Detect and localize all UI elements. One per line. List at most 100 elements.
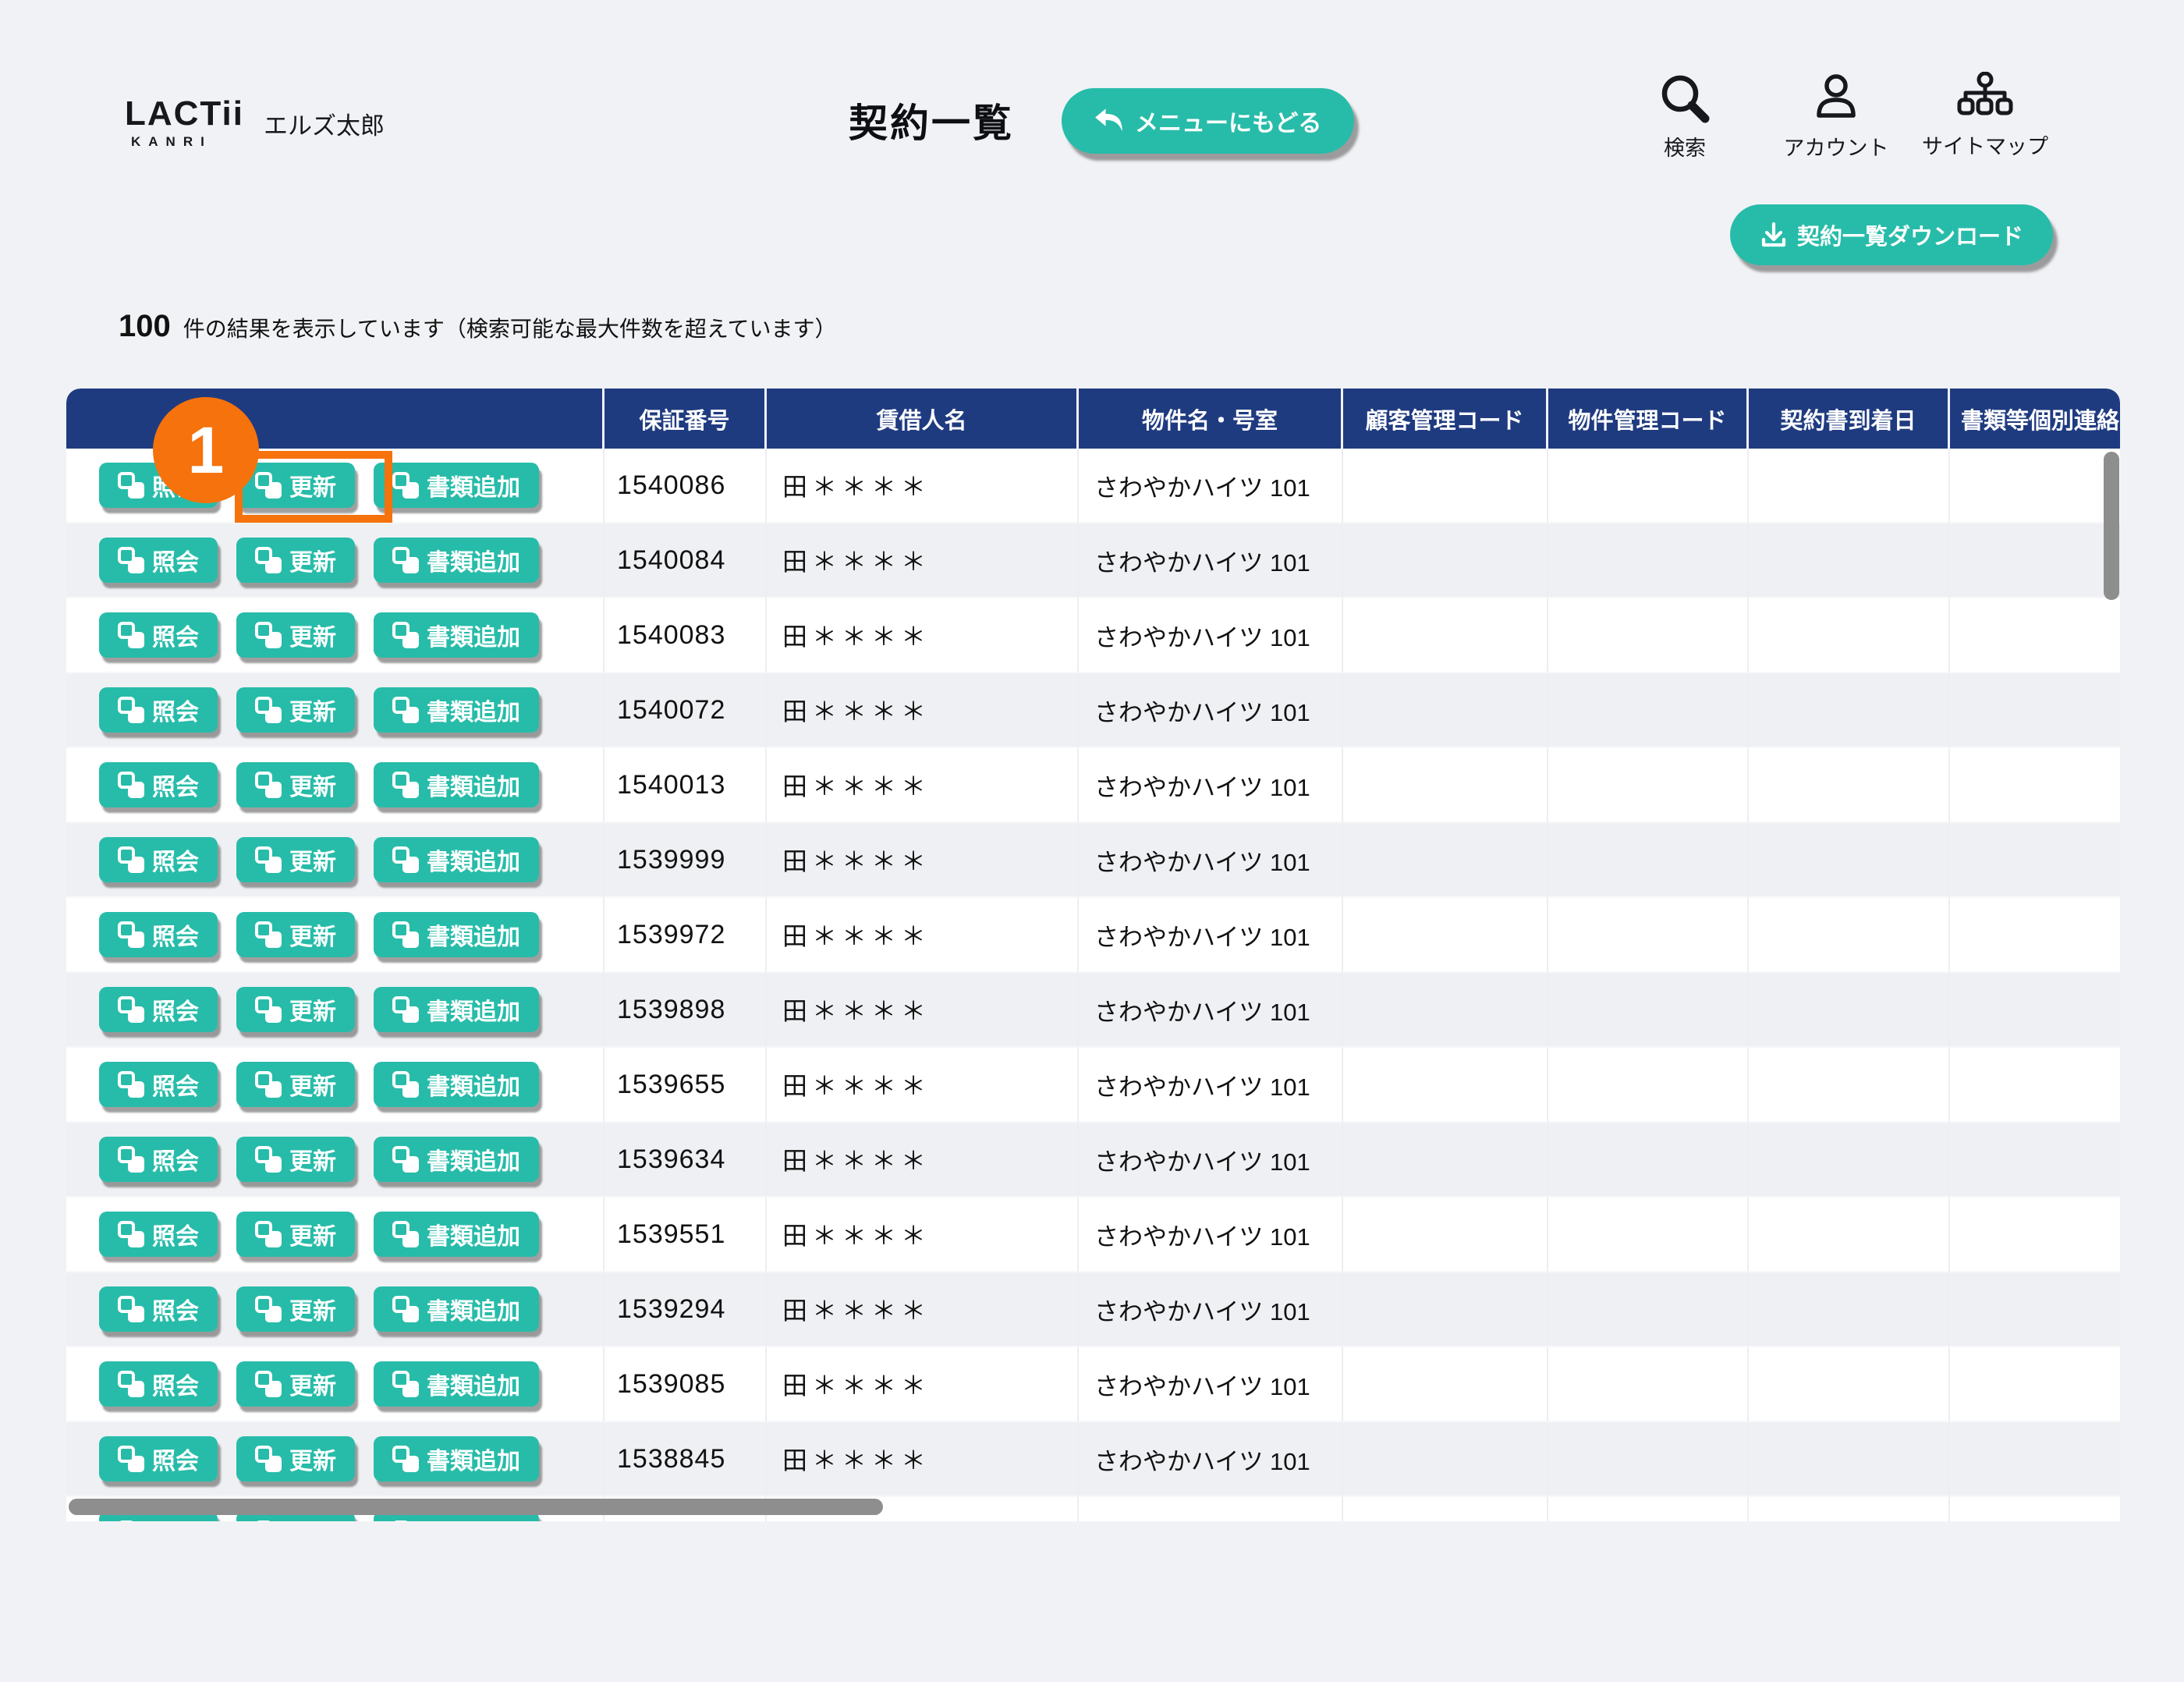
update-button[interactable]: 更新 [236, 1286, 355, 1332]
inquiry-button[interactable]: 照会 [99, 1361, 218, 1407]
logo-text: LACTii [125, 97, 244, 131]
property-code-cell [1548, 598, 1749, 673]
add-documents-button[interactable]: 書類追加 [374, 1361, 539, 1407]
add-documents-label: 書類追加 [427, 1067, 520, 1102]
row-actions: 照会 更新 書類追加 [66, 823, 604, 898]
inquiry-label: 照会 [152, 543, 199, 577]
contract-list-download-button[interactable]: 契約一覧ダウンロード [1730, 204, 2053, 265]
add-documents-button[interactable]: 書類追加 [374, 612, 539, 658]
contract-arrival-cell [1749, 1272, 1950, 1347]
document-icon [255, 1446, 282, 1472]
table-row: 照会 更新 書類追加 1539898 田＊＊＊＊ さわやかハイツ 101 [66, 973, 2120, 1048]
document-icon [118, 547, 144, 573]
update-button[interactable]: 更新 [236, 612, 355, 658]
add-documents-button[interactable]: 書類追加 [374, 463, 539, 508]
update-button[interactable]: 更新 [236, 837, 355, 882]
inquiry-button[interactable]: 照会 [99, 762, 218, 807]
nav-search[interactable]: 検索 [1599, 72, 1771, 161]
update-label: 更新 [289, 768, 336, 802]
update-button[interactable]: 更新 [236, 1436, 355, 1482]
row-actions: 照会 更新 書類追加 [66, 898, 604, 973]
back-to-menu-button[interactable]: メニューにもどる [1062, 88, 1354, 154]
property-name-cell: さわやかハイツ 101 [1079, 1422, 1343, 1497]
add-documents-label: 書類追加 [427, 1142, 520, 1176]
contract-arrival-cell [1749, 523, 1950, 598]
inquiry-button[interactable]: 照会 [99, 1062, 218, 1107]
document-icon [255, 921, 282, 948]
row-actions: 照会 更新 書類追加 [66, 1422, 604, 1497]
inquiry-label: 照会 [152, 992, 199, 1027]
update-button[interactable]: 更新 [236, 987, 355, 1032]
nav-account[interactable]: アカウント [1750, 72, 1922, 161]
results-summary: 100 件の結果を表示しています（検索可能な最大件数を超えています） [119, 309, 837, 344]
customer-code-cell [1343, 823, 1548, 898]
add-documents-button[interactable]: 書類追加 [374, 1436, 539, 1482]
document-icon [118, 1371, 144, 1397]
add-documents-button[interactable]: 書類追加 [374, 837, 539, 882]
contract-arrival-cell [1749, 598, 1950, 673]
individual-docs-cell [1950, 449, 2120, 523]
horizontal-scrollbar-thumb[interactable] [69, 1499, 883, 1515]
inquiry-label: 照会 [152, 1067, 199, 1102]
add-documents-button[interactable]: 書類追加 [374, 1286, 539, 1332]
update-label: 更新 [289, 843, 336, 877]
document-icon [392, 1071, 419, 1098]
add-documents-button[interactable]: 書類追加 [374, 1137, 539, 1182]
guarantee-number-cell: 1539085 [604, 1347, 767, 1422]
update-button[interactable]: 更新 [236, 1137, 355, 1182]
add-documents-label: 書類追加 [427, 917, 520, 952]
add-documents-button[interactable]: 書類追加 [374, 1212, 539, 1257]
inquiry-button[interactable]: 照会 [99, 538, 218, 583]
guarantee-number-cell: 1539655 [604, 1048, 767, 1123]
inquiry-button[interactable]: 照会 [99, 687, 218, 733]
contract-arrival-cell [1749, 823, 1950, 898]
inquiry-button[interactable]: 照会 [99, 1286, 218, 1332]
inquiry-button[interactable]: 照会 [99, 612, 218, 658]
vertical-scrollbar-thumb[interactable] [2104, 452, 2119, 600]
table-row: 照会 更新 書類追加 1538845 田＊＊＊＊ さわやかハイツ 101 [66, 1422, 2120, 1497]
row-actions: 照会 更新 書類追加 [66, 673, 604, 748]
update-button[interactable]: 更新 [236, 687, 355, 733]
row-actions: 照会 更新 書類追加 [66, 1198, 604, 1272]
individual-docs-cell [1950, 1347, 2120, 1422]
add-documents-button[interactable]: 書類追加 [374, 1062, 539, 1107]
add-documents-button[interactable]: 書類追加 [374, 762, 539, 807]
individual-docs-cell [1950, 1272, 2120, 1347]
nav-search-label: 検索 [1664, 131, 1706, 161]
add-documents-label: 書類追加 [427, 618, 520, 652]
update-button[interactable]: 更新 [236, 912, 355, 957]
search-icon [1658, 72, 1711, 125]
download-icon [1760, 221, 1788, 249]
add-documents-label: 書類追加 [427, 843, 520, 877]
inquiry-button[interactable]: 照会 [99, 1212, 218, 1257]
customer-code-cell [1343, 1198, 1548, 1272]
inquiry-button[interactable]: 照会 [99, 987, 218, 1032]
add-documents-button[interactable]: 書類追加 [374, 538, 539, 583]
property-name-cell: さわやかハイツ 101 [1079, 748, 1343, 823]
add-documents-label: 書類追加 [427, 543, 520, 577]
update-button[interactable]: 更新 [236, 1361, 355, 1407]
reply-arrow-icon [1094, 108, 1124, 134]
document-icon [118, 697, 144, 723]
document-icon [255, 1221, 282, 1247]
inquiry-button[interactable]: 照会 [99, 1436, 218, 1482]
inquiry-label: 照会 [152, 1292, 199, 1326]
document-icon [118, 921, 144, 948]
update-button[interactable]: 更新 [236, 1062, 355, 1107]
document-icon [118, 1296, 144, 1322]
inquiry-button[interactable]: 照会 [99, 837, 218, 882]
update-button[interactable]: 更新 [236, 762, 355, 807]
individual-docs-cell [1950, 748, 2120, 823]
add-documents-button[interactable]: 書類追加 [374, 687, 539, 733]
update-label: 更新 [289, 917, 336, 952]
update-button[interactable]: 更新 [236, 538, 355, 583]
add-documents-button[interactable]: 書類追加 [374, 987, 539, 1032]
inquiry-button[interactable]: 照会 [99, 912, 218, 957]
inquiry-button[interactable]: 照会 [99, 1137, 218, 1182]
update-button[interactable]: 更新 [236, 1212, 355, 1257]
document-icon [118, 472, 144, 499]
add-documents-label: 書類追加 [427, 1442, 520, 1476]
add-documents-button[interactable]: 書類追加 [374, 912, 539, 957]
tenant-name-cell: 田＊＊＊＊ [767, 1347, 1079, 1422]
nav-sitemap[interactable]: サイトマップ [1899, 72, 2071, 160]
